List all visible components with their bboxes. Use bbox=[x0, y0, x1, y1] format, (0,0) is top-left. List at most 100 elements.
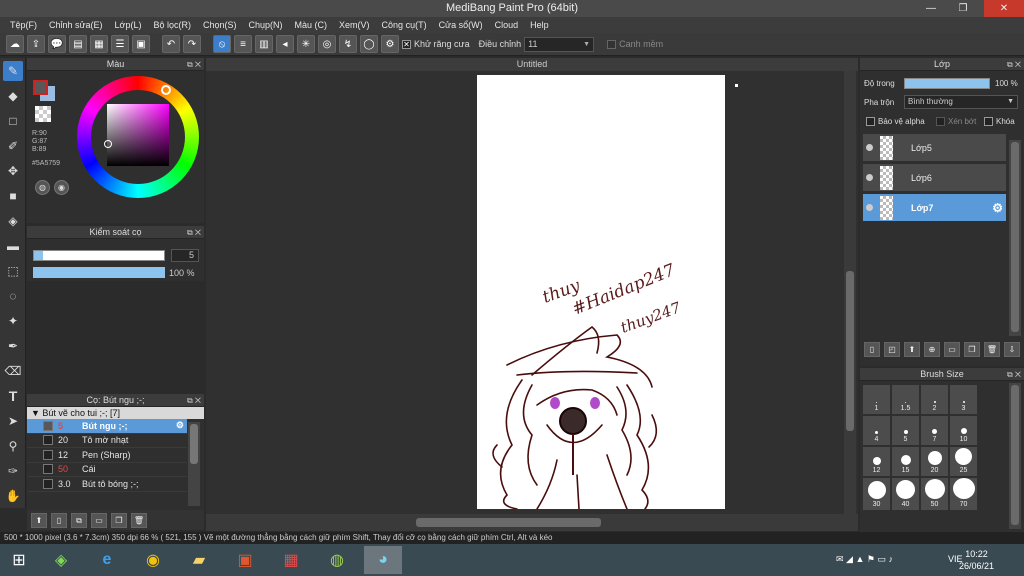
color-cursor[interactable] bbox=[104, 140, 112, 148]
hand-tool-icon[interactable]: ✋ bbox=[3, 486, 23, 506]
close-button[interactable]: ✕ bbox=[984, 0, 1024, 17]
layer-settings-icon[interactable]: ⚙ bbox=[992, 201, 1003, 215]
snap-off-icon[interactable]: ⦸ bbox=[213, 35, 231, 53]
menu-help[interactable]: Help bbox=[524, 17, 555, 33]
operation-tool-icon[interactable]: ➤ bbox=[3, 411, 23, 431]
brush-size-cell[interactable]: 3 bbox=[950, 385, 977, 414]
brush-size-cell[interactable]: 20 bbox=[921, 447, 948, 476]
panel-close-icon[interactable]: ⧉ ✕ bbox=[1007, 368, 1021, 381]
layer-row[interactable]: Lớp7 ⚙ bbox=[863, 194, 1006, 221]
canvas-tab[interactable]: Untitled bbox=[206, 58, 858, 71]
new-layer-up-icon[interactable]: ⬆ bbox=[904, 342, 920, 357]
hue-wheel[interactable] bbox=[77, 76, 199, 198]
fill-shape-tool-icon[interactable]: ■ bbox=[3, 186, 23, 206]
brush-list-scrollbar[interactable] bbox=[188, 422, 200, 506]
menu-snap[interactable]: Chụp(N) bbox=[243, 17, 289, 33]
menu-filter[interactable]: Bộ lọc(R) bbox=[147, 17, 197, 33]
eye-icon[interactable] bbox=[866, 144, 873, 151]
pen-tool-icon[interactable]: ✑ bbox=[3, 461, 23, 481]
layer-folder-icon[interactable]: ▭ bbox=[944, 342, 960, 357]
cloud-icon[interactable]: ☁ bbox=[6, 35, 24, 53]
saturation-value-square[interactable] bbox=[107, 104, 169, 166]
antialias-checkbox[interactable]: ✕ bbox=[402, 40, 411, 50]
eye-icon[interactable] bbox=[866, 174, 873, 181]
correction-select[interactable]: 11 bbox=[524, 36, 595, 52]
merge-layer-icon[interactable]: ⇩ bbox=[1004, 342, 1020, 357]
brush-size-cell[interactable]: 30 bbox=[863, 478, 890, 510]
delete-layer-icon[interactable]: 🗑 bbox=[984, 342, 1000, 357]
foreground-color-swatch[interactable] bbox=[33, 80, 48, 95]
bluestacks-icon[interactable]: ◈ bbox=[42, 546, 80, 574]
menu-select[interactable]: Chọn(S) bbox=[197, 17, 243, 33]
brush-size-cell[interactable]: 40 bbox=[892, 478, 919, 510]
brush-size-cell[interactable]: 25 bbox=[950, 447, 977, 476]
layer-opacity-slider[interactable] bbox=[904, 78, 990, 89]
canvas-horizontal-scrollbar[interactable] bbox=[206, 514, 858, 531]
brush-size-cell[interactable]: 10 bbox=[950, 416, 977, 445]
medibang-taskbar-icon[interactable]: ◕ bbox=[364, 546, 402, 574]
duplicate-layer-icon[interactable]: ❐ bbox=[964, 342, 980, 357]
brush-size-cell[interactable]: 1.5 bbox=[892, 385, 919, 414]
select-pen-icon[interactable]: ✒ bbox=[3, 336, 23, 356]
brush-copy-icon[interactable]: ⧉ bbox=[71, 512, 87, 528]
protect-alpha-toggle[interactable]: Bảo vệ alpha bbox=[866, 117, 925, 127]
lock-toggle[interactable]: Khóa bbox=[984, 117, 1015, 127]
grid-snap-icon[interactable]: ▥ bbox=[255, 35, 273, 53]
brush-item[interactable]: 12 Pen (Sharp) bbox=[27, 448, 187, 463]
canvas-vertical-scrollbar[interactable] bbox=[844, 71, 856, 514]
add-layer-menu-icon[interactable]: ⊕ bbox=[924, 342, 940, 357]
canvas-area[interactable]: thuy #Haidap247 thuy247 bbox=[206, 71, 858, 514]
brush-settings-icon[interactable]: ⚙ bbox=[176, 420, 184, 431]
palette-icon[interactable]: ◍ bbox=[35, 180, 50, 195]
brush-size-scrollbar[interactable] bbox=[1009, 383, 1021, 529]
document-icon[interactable]: ▦ bbox=[90, 35, 108, 53]
blur-tool-icon[interactable]: ✐ bbox=[3, 136, 23, 156]
menu-view[interactable]: Xem(V) bbox=[333, 17, 376, 33]
overlay-toggle[interactable]: Canh mềm bbox=[607, 39, 663, 50]
layer-scrollbar[interactable] bbox=[1009, 140, 1021, 336]
brush-item[interactable]: 50 Cái bbox=[27, 463, 187, 477]
move-tool-icon[interactable]: ✥ bbox=[3, 161, 23, 181]
material-icon[interactable]: ▤ bbox=[69, 35, 87, 53]
menu-tools[interactable]: Công cụ(T) bbox=[376, 17, 433, 33]
new-halftone-layer-icon[interactable]: ◰ bbox=[884, 342, 900, 357]
panel-close-icon[interactable]: ⧉ ✕ bbox=[1007, 58, 1021, 71]
dropper-tool-icon[interactable]: ⚲ bbox=[3, 436, 23, 456]
list-icon[interactable]: ☰ bbox=[111, 35, 129, 53]
app-grid-icon[interactable]: ▦ bbox=[272, 546, 310, 574]
parallel-snap-icon[interactable]: ≡ bbox=[234, 35, 252, 53]
brush-size-cell[interactable]: 7 bbox=[921, 416, 948, 445]
eye-icon[interactable] bbox=[866, 204, 873, 211]
layer-row[interactable]: Lớp6 bbox=[863, 164, 1006, 191]
dot-tool-icon[interactable]: □ bbox=[3, 111, 23, 131]
brush-size-cell[interactable]: 70 bbox=[950, 478, 977, 510]
brush-item[interactable]: 20 Tô mờ nhạt bbox=[27, 434, 187, 448]
maximize-button[interactable]: ❐ bbox=[950, 0, 976, 17]
app-green-icon[interactable]: ◍ bbox=[318, 546, 356, 574]
ellipse-snap-icon[interactable]: ◯ bbox=[360, 35, 378, 53]
brush-size-cell[interactable]: 12 bbox=[863, 447, 890, 476]
panel-close-icon[interactable]: ⧉ ✕ bbox=[187, 394, 201, 407]
file-explorer-icon[interactable]: ▰ bbox=[180, 546, 218, 574]
menu-file[interactable]: Tệp(F) bbox=[4, 17, 43, 33]
panel-close-icon[interactable]: ⧉ ✕ bbox=[187, 58, 201, 71]
brush-new-icon[interactable]: ▯ bbox=[51, 512, 67, 528]
gear-icon[interactable]: ⚙ bbox=[381, 35, 399, 53]
transparent-swatch[interactable] bbox=[35, 106, 51, 122]
curve-snap-icon[interactable]: ↯ bbox=[339, 35, 357, 53]
minimize-button[interactable]: — bbox=[918, 0, 944, 17]
brush-opacity-slider[interactable] bbox=[33, 267, 165, 278]
layout-icon[interactable]: ▣ bbox=[132, 35, 150, 53]
comment-icon[interactable]: 💬 bbox=[48, 35, 66, 53]
clipping-toggle[interactable]: Xén bớt bbox=[936, 117, 976, 127]
internet-explorer-icon[interactable]: e bbox=[88, 546, 126, 574]
menu-cloud[interactable]: Cloud bbox=[489, 17, 525, 33]
brush-size-cell[interactable]: 50 bbox=[921, 478, 948, 510]
perspective-snap-icon[interactable]: ◂ bbox=[276, 35, 294, 53]
menu-color[interactable]: Màu (C) bbox=[289, 17, 334, 33]
magic-wand-icon[interactable]: ✦ bbox=[3, 311, 23, 331]
brush-duplicate-icon[interactable]: ❐ bbox=[111, 512, 127, 528]
gradient-tool-icon[interactable]: ▬ bbox=[3, 236, 23, 256]
windows-start-icon[interactable]: ⊞ bbox=[0, 546, 38, 574]
brush-add-icon[interactable]: ⬆ bbox=[31, 512, 47, 528]
